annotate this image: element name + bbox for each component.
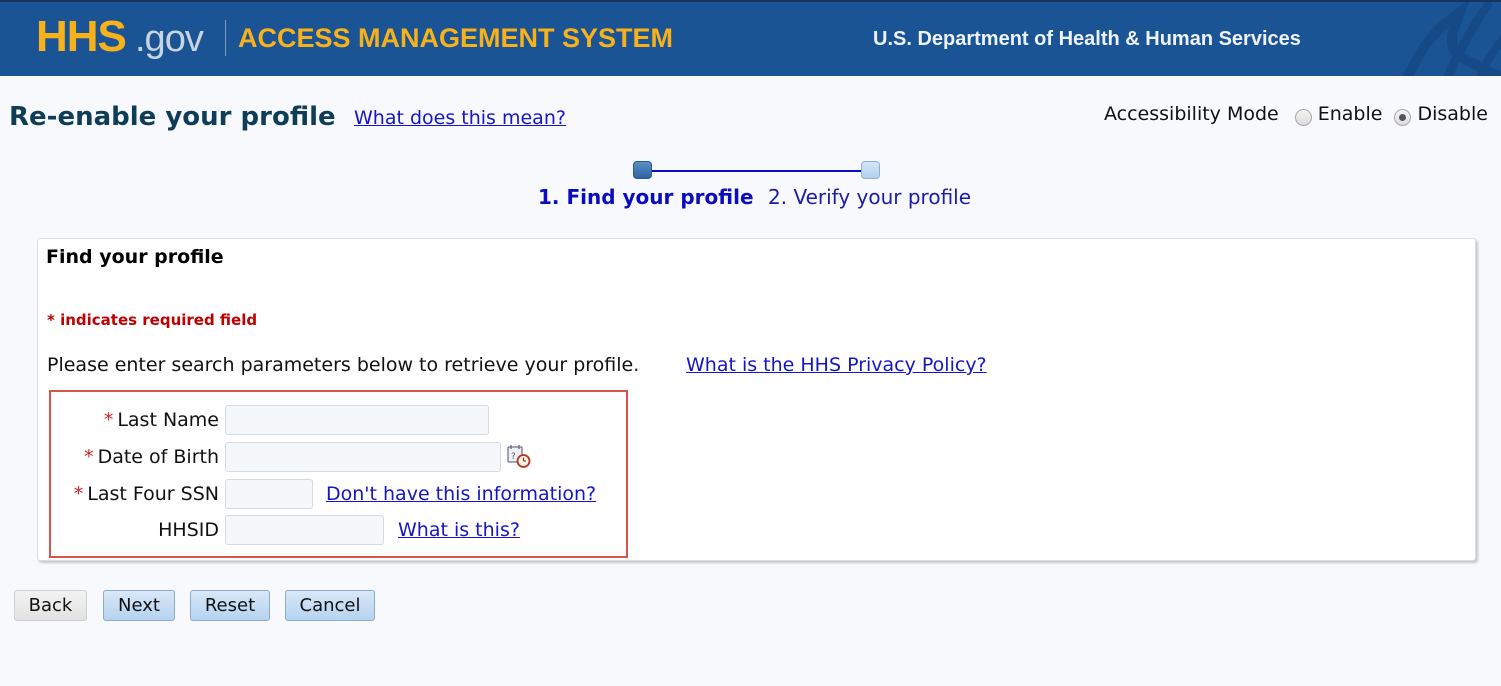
required-field-note: * indicates required field (47, 311, 258, 329)
accessibility-enable-label[interactable]: Enable (1318, 103, 1383, 125)
accessibility-disable-label[interactable]: Disable (1417, 103, 1487, 125)
last-four-ssn-label-text: Last Four SSN (87, 483, 219, 505)
reset-button[interactable]: Reset (190, 590, 270, 621)
svg-text:?: ? (511, 452, 516, 462)
what-is-this-link[interactable]: What is this? (398, 519, 520, 541)
panel-title: Find your profile (46, 246, 224, 268)
accessibility-disable-radio[interactable] (1394, 109, 1412, 126)
step-2-label: 2. Verify your profile (768, 185, 972, 209)
back-button[interactable]: Back (14, 590, 87, 621)
hhsid-row: HHSID What is this? (51, 514, 626, 546)
hhs-eagle-icon (1402, 2, 1501, 76)
date-of-birth-label-text: Date of Birth (97, 446, 219, 468)
app-name: ACCESS MANAGEMENT SYSTEM (238, 23, 674, 53)
date-of-birth-input[interactable] (225, 442, 501, 472)
last-four-ssn-input[interactable] (225, 479, 313, 509)
logo-hhs[interactable]: HHS (36, 12, 127, 62)
date-of-birth-label: * Date of Birth (84, 446, 219, 468)
last-four-ssn-row: * Last Four SSN Don't have this informati… (51, 478, 626, 510)
hhsid-label: HHSID (158, 519, 219, 541)
accessibility-mode-label: Accessibility Mode (1104, 102, 1279, 125)
instructions-text: Please enter search parameters below to … (47, 354, 640, 376)
cancel-button[interactable]: Cancel (285, 590, 375, 621)
site-header: HHS .gov ACCESS MANAGEMENT SYSTEM U.S. D… (0, 0, 1501, 76)
dont-have-information-link[interactable]: Don't have this information? (326, 483, 596, 505)
logo-divider (225, 20, 226, 56)
step-2-indicator (861, 161, 880, 179)
date-of-birth-row: * Date of Birth ? (51, 441, 626, 473)
hhsid-input[interactable] (225, 515, 384, 545)
last-four-ssn-label: * Last Four SSN (74, 483, 219, 505)
last-name-row: * Last Name (51, 404, 626, 436)
required-marker: * (103, 409, 114, 431)
what-does-this-mean-link[interactable]: What does this mean? (354, 107, 566, 129)
find-profile-panel: Find your profile * indicates required f… (37, 238, 1476, 561)
accessibility-enable-radio[interactable] (1294, 109, 1312, 126)
last-name-label: * Last Name (104, 409, 219, 431)
required-marker: * (84, 446, 94, 468)
calendar-clock-icon[interactable]: ? (506, 443, 532, 469)
last-name-input[interactable] (225, 405, 489, 435)
privacy-policy-link[interactable]: What is the HHS Privacy Policy? (686, 354, 987, 376)
step-1-indicator (633, 161, 652, 179)
page-title: Re-enable your profile (9, 102, 336, 132)
next-button[interactable]: Next (103, 590, 175, 621)
accessibility-mode: Accessibility Mode Enable Disable (1104, 101, 1500, 126)
required-marker: * (73, 483, 84, 505)
logo-gov[interactable]: .gov (135, 18, 204, 61)
step-connector (652, 170, 861, 172)
last-name-label-text: Last Name (117, 409, 219, 431)
department-name: U.S. Department of Health & Human Servic… (873, 28, 1301, 50)
search-form: * Last Name * Date of Birth ? * Last Fou… (49, 390, 628, 558)
step-1-label: 1. Find your profile (538, 185, 754, 209)
